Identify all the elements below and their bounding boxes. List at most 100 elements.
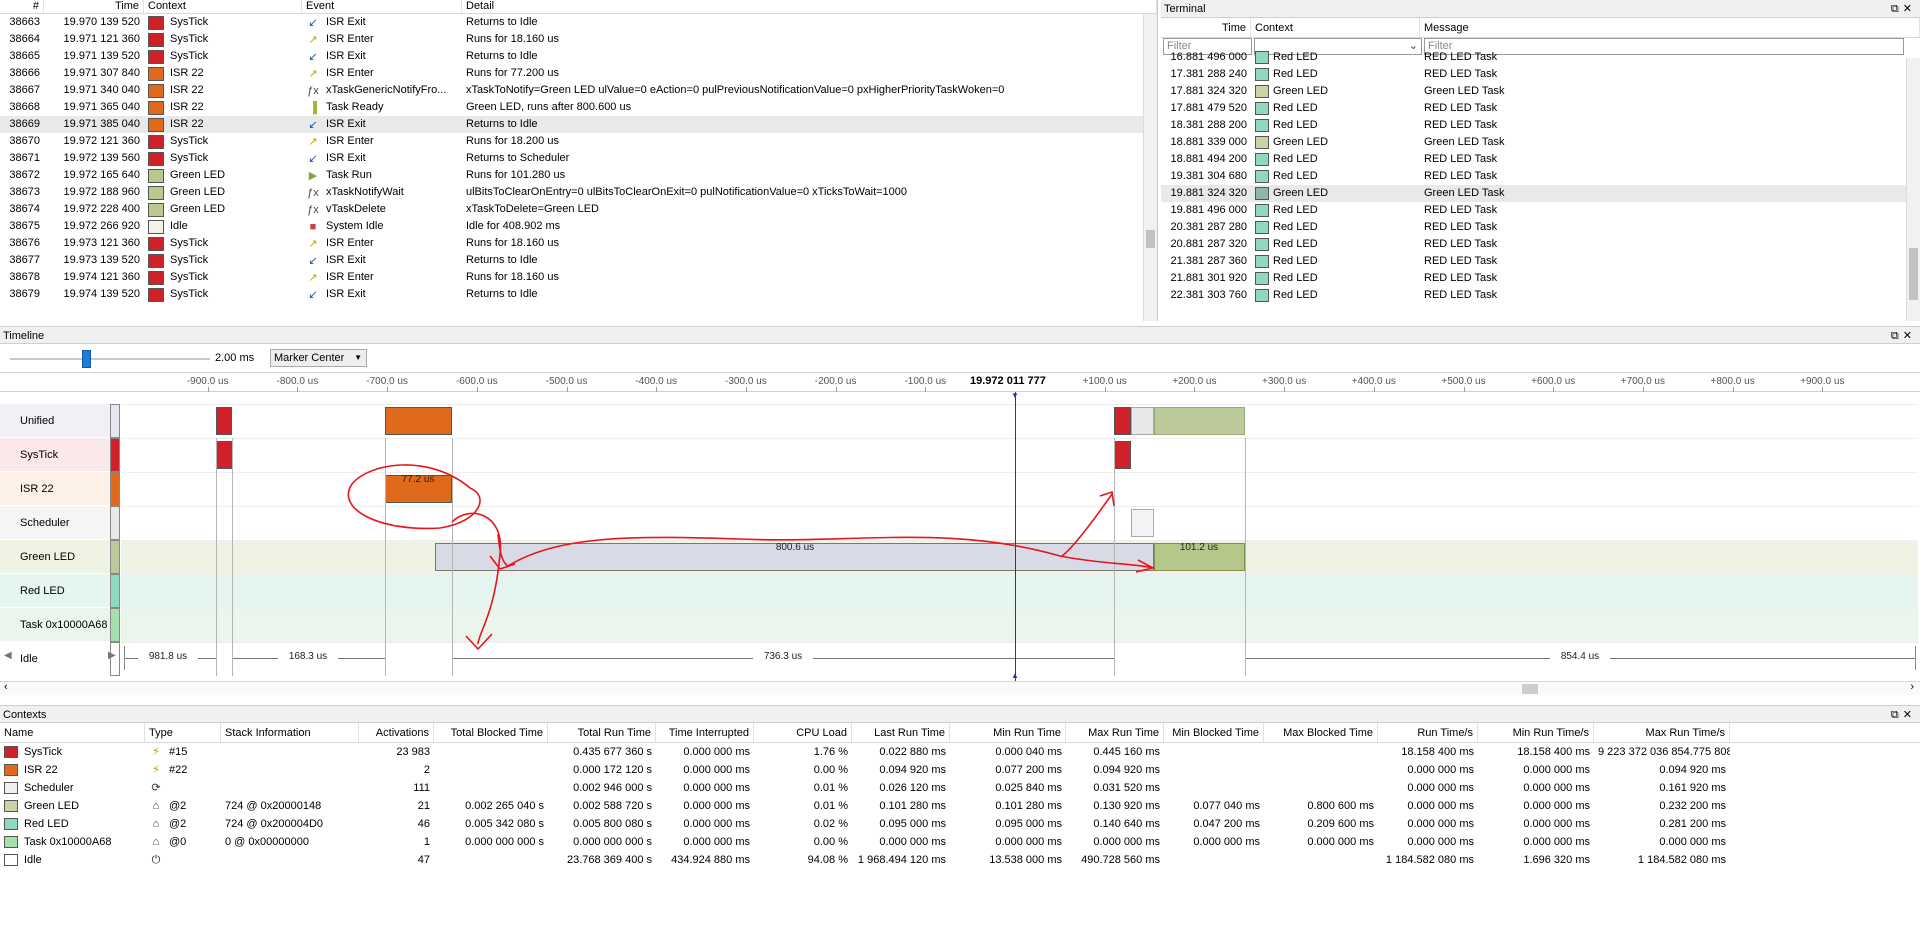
context-row[interactable]: Task 0x10000A68 ⌂ @0 0 @ 0x00000000 1 0.000 0… [0,833,1920,851]
context-row[interactable]: Red LED ⌂ @2 724 @ 0x200004D0 46 0.005 342 08… [0,815,1920,833]
scheduler-run-block[interactable] [1131,509,1154,537]
terminal-row[interactable]: 21.881 301 920 Red LED RED LED Task [1161,270,1920,287]
col-time[interactable]: Time [44,0,144,13]
contexts-column-header[interactable]: Type [145,723,221,742]
zoom-slider[interactable] [10,350,210,368]
marker-mode-select[interactable]: Marker Center ▼ [270,349,367,367]
lane-label[interactable]: Red LED [0,574,120,608]
contexts-column-header[interactable]: Name [0,723,145,742]
event-row[interactable]: 38665 19.971 139 520 SysTick ↙ ISR Exit Retur… [0,48,1157,65]
contexts-column-header[interactable]: Min Run Time/s [1478,723,1594,742]
systick-run-block[interactable] [216,441,232,469]
event-row[interactable]: 38675 19.972 266 920 Idle ■ System Idle Idle … [0,218,1157,235]
time-marker-line[interactable] [1015,392,1016,682]
timeline-hscrollbar[interactable]: ‹ › [0,681,1920,695]
terminal-row[interactable]: 19.881 324 320 Green LED Green LED Task [1161,185,1920,202]
close-icon[interactable]: ✕ [1903,709,1916,721]
event-row[interactable]: 38676 19.973 121 360 SysTick ↗ ISR Enter Runs… [0,235,1157,252]
event-row[interactable]: 38672 19.972 165 640 Green LED ▶ Task Run Run… [0,167,1157,184]
green-led-run-block[interactable] [1154,407,1245,435]
contexts-column-header[interactable]: CPU Load [754,723,852,742]
terminal-row[interactable]: 19.381 304 680 Red LED RED LED Task [1161,168,1920,185]
context-row[interactable]: ISR 22 ⚡ #22 2 0.000 172 120 s 0.000 000 ms 0.… [0,761,1920,779]
event-row[interactable]: 38679 19.974 139 520 SysTick ↙ ISR Exit Retur… [0,286,1157,303]
terminal-scrollbar[interactable] [1906,58,1920,321]
event-row[interactable]: 38678 19.974 121 360 SysTick ↗ ISR Enter Runs… [0,269,1157,286]
lane-track[interactable] [121,506,1918,540]
lane-label[interactable]: Task 0x10000A68 [0,608,120,642]
scheduler-run-block[interactable] [1131,407,1154,435]
col-event[interactable]: Event [302,0,462,13]
event-row[interactable]: 38670 19.972 121 360 SysTick ↗ ISR Enter Runs… [0,133,1157,150]
scroll-thumb[interactable] [1909,248,1918,300]
systick-run-block[interactable] [216,407,232,435]
event-row[interactable]: 38677 19.973 139 520 SysTick ↙ ISR Exit Retur… [0,252,1157,269]
context-row[interactable]: Green LED ⌂ @2 724 @ 0x20000148 21 0.002 265 … [0,797,1920,815]
float-icon[interactable]: ⧉ [1891,3,1903,15]
event-row[interactable]: 38664 19.971 121 360 SysTick ↗ ISR Enter Runs… [0,31,1157,48]
systick-run-block[interactable] [1114,407,1131,435]
float-icon[interactable]: ⧉ [1891,330,1903,342]
lane-label[interactable]: Idle [0,642,120,676]
systick-run-block[interactable] [1114,441,1131,469]
lane-label[interactable]: Scheduler [0,506,120,540]
lane-label[interactable]: ISR 22 [0,472,120,506]
lane-track[interactable] [121,438,1918,472]
zoom-slider-thumb[interactable] [82,350,91,368]
terminal-row[interactable]: 19.881 496 000 Red LED RED LED Task [1161,202,1920,219]
terminal-row[interactable]: 21.381 287 360 Red LED RED LED Task [1161,253,1920,270]
terminal-row[interactable]: 17.881 324 320 Green LED Green LED Task [1161,83,1920,100]
context-row[interactable]: Scheduler ⟳ 111 0.002 946 000 s 0.000 000 ms… [0,779,1920,797]
terminal-row[interactable]: 20.381 287 280 Red LED RED LED Task [1161,219,1920,236]
contexts-column-header[interactable]: Stack Information [221,723,359,742]
lane-prev-icon[interactable]: ◀ [4,650,12,661]
terminal-row[interactable]: 18.381 288 200 Red LED RED LED Task [1161,117,1920,134]
lane-label[interactable]: SysTick [0,438,120,472]
contexts-column-header[interactable]: Time Interrupted [656,723,754,742]
lane-track[interactable] [121,642,1918,676]
col-context[interactable]: Context [1251,18,1420,37]
contexts-column-header[interactable]: Max Blocked Time [1264,723,1378,742]
scroll-left-icon[interactable]: ‹ [4,681,8,693]
lane-next-icon[interactable]: ▶ [108,650,116,661]
context-row[interactable]: Idle ⏻ 47 23.768 369 400 s 434.924 880 ms 94.… [0,851,1920,869]
contexts-column-header[interactable]: Total Blocked Time [434,723,548,742]
event-row[interactable]: 38674 19.972 228 400 Green LED ƒx vTaskDelet… [0,201,1157,218]
isr22-run-block[interactable] [385,407,452,435]
contexts-column-header[interactable]: Min Run Time [950,723,1066,742]
terminal-row[interactable]: 17.881 479 520 Red LED RED LED Task [1161,100,1920,117]
event-row[interactable]: 38668 19.971 365 040 ISR 22 ▐ Task Ready Gree… [0,99,1157,116]
scroll-thumb[interactable] [1146,230,1155,248]
contexts-column-header[interactable]: Last Run Time [852,723,950,742]
context-row[interactable]: SysTick ⚡ #15 23 983 0.435 677 360 s 0.000 00… [0,743,1920,761]
col-number[interactable]: # [0,0,44,13]
event-row[interactable]: 38663 19.970 139 520 SysTick ↙ ISR Exit Retur… [0,14,1157,31]
contexts-column-header[interactable]: Activations [359,723,434,742]
terminal-row[interactable]: 18.881 339 000 Green LED Green LED Task [1161,134,1920,151]
event-list-scrollbar[interactable] [1143,14,1157,321]
terminal-row[interactable]: 22.381 303 760 Red LED RED LED Task [1161,287,1920,304]
event-row[interactable]: 38671 19.972 139 560 SysTick ↙ ISR Exit Retur… [0,150,1157,167]
col-message[interactable]: Message [1420,18,1920,37]
contexts-column-header[interactable]: Total Run Time [548,723,656,742]
close-icon[interactable]: ✕ [1903,3,1916,15]
contexts-column-header[interactable]: Min Blocked Time [1164,723,1264,742]
float-icon[interactable]: ⧉ [1891,709,1903,721]
col-context[interactable]: Context [144,0,302,13]
terminal-row[interactable]: 20.881 287 320 Red LED RED LED Task [1161,236,1920,253]
timeline-lanes[interactable]: Unified SysTick ISR 22 Scheduler Green LED Re… [0,392,1920,682]
event-row[interactable]: 38666 19.971 307 840 ISR 22 ↗ ISR Enter Runs … [0,65,1157,82]
lane-label[interactable]: Unified [0,404,120,438]
lane-track[interactable] [121,574,1918,608]
lane-label[interactable]: Green LED [0,540,120,574]
contexts-column-header[interactable]: Run Time/s [1378,723,1478,742]
event-row[interactable]: 38669 19.971 385 040 ISR 22 ↙ ISR Exit Return… [0,116,1157,133]
terminal-row[interactable]: 16.881 496 000 Red LED RED LED Task [1161,49,1920,66]
scroll-thumb[interactable] [1522,684,1538,694]
contexts-column-header[interactable]: Max Run Time/s [1594,723,1730,742]
close-icon[interactable]: ✕ [1903,330,1916,342]
terminal-row[interactable]: 18.881 494 200 Red LED RED LED Task [1161,151,1920,168]
contexts-column-header[interactable]: Max Run Time [1066,723,1164,742]
col-time[interactable]: Time [1161,18,1251,37]
event-row[interactable]: 38673 19.972 188 960 Green LED ƒx xTaskNotif… [0,184,1157,201]
